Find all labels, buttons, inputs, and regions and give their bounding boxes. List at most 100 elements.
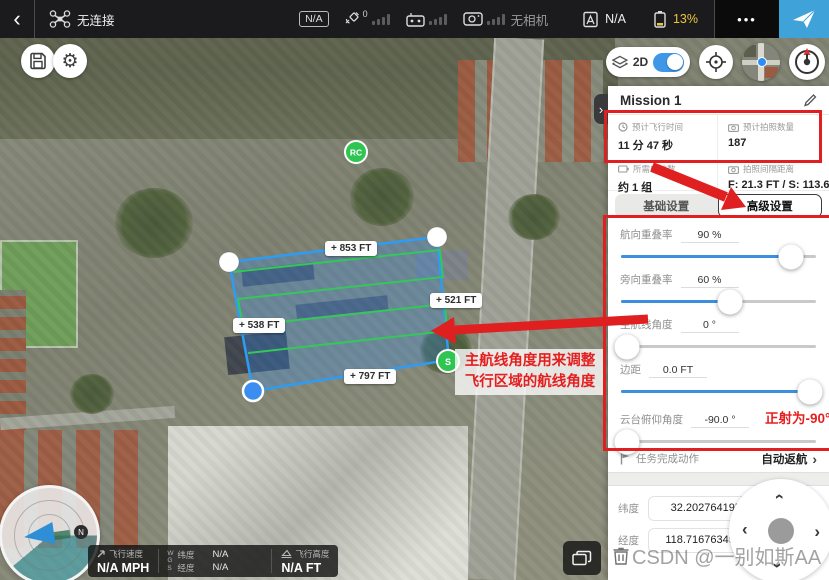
aircraft-status[interactable]: 无连接 xyxy=(49,9,115,29)
map-feature xyxy=(0,240,78,348)
altitude-icon xyxy=(281,549,292,558)
slider-label: 主航线角度 xyxy=(620,317,673,332)
camera-icon xyxy=(463,11,483,27)
save-mission-button[interactable] xyxy=(21,44,55,78)
camera-icon xyxy=(728,123,739,132)
slider-handle[interactable] xyxy=(614,429,639,454)
stat-flight-time: 预计飞行时间 11 分 47 秒 xyxy=(608,115,717,157)
tab-advanced-settings[interactable]: 高级设置 xyxy=(718,194,823,218)
minimap-thumbnail[interactable] xyxy=(742,43,780,81)
satellite-count: 0 xyxy=(363,9,368,19)
front-overlap-slider[interactable] xyxy=(621,255,816,258)
airplane-icon xyxy=(792,8,816,30)
position-readout: WGS 纬度N/A 经度N/A xyxy=(159,545,271,577)
map-layers-button[interactable] xyxy=(563,541,601,575)
dpad-center-button[interactable] xyxy=(768,518,794,544)
panel-collapse-handle[interactable]: › xyxy=(594,94,608,124)
compass-reset-button[interactable] xyxy=(789,44,825,80)
nudge-up-button[interactable]: › xyxy=(769,494,786,500)
map-feature xyxy=(458,60,603,162)
slider-handle[interactable] xyxy=(718,289,743,314)
flag-icon xyxy=(620,453,631,465)
map-feature xyxy=(0,406,175,430)
speed-icon xyxy=(97,549,106,558)
slider-handle[interactable] xyxy=(798,379,823,404)
layers-icon xyxy=(572,550,592,567)
edge-distance-label: + 797 FT xyxy=(344,369,396,384)
locate-button[interactable] xyxy=(699,45,733,79)
battery-icon xyxy=(652,10,668,28)
slider-fill xyxy=(621,300,730,303)
slider-fill xyxy=(621,390,810,393)
nudge-left-button[interactable]: › xyxy=(742,523,748,540)
course-angle-input[interactable]: 0 ° xyxy=(681,319,739,333)
margin-input[interactable]: 0.0 FT xyxy=(649,364,707,378)
map-feature xyxy=(350,168,414,226)
crs-label: WGS xyxy=(167,550,174,572)
course-angle-slider[interactable] xyxy=(621,345,816,348)
minimap-block xyxy=(765,67,778,78)
front-overlap-input[interactable]: 90 % xyxy=(681,229,739,243)
compass-icon xyxy=(789,44,825,80)
altitude-readout: 飞行高度 N/A FT xyxy=(272,545,338,577)
camera-status-label: 无相机 xyxy=(511,10,549,29)
slider-gimbal-pitch: 云台俯仰角度-90.0 °正射为-90° xyxy=(608,400,829,445)
longitude-label: 经度 xyxy=(618,533,642,548)
side-overlap-input[interactable]: 60 % xyxy=(681,274,739,288)
mission-panel: › Mission 1 预计飞行时间 11 分 47 秒 预计拍照数量 187 … xyxy=(608,86,829,580)
map-feature xyxy=(466,37,544,580)
north-indicator: N xyxy=(74,525,88,539)
margin-slider[interactable] xyxy=(621,390,816,393)
map-feature xyxy=(0,290,26,435)
slider-label: 航向重叠率 xyxy=(620,227,673,242)
back-button[interactable]: ‹ xyxy=(0,0,34,38)
camera-signal-bars xyxy=(487,14,505,25)
minimap-location-dot xyxy=(757,57,767,67)
coordinates-section: 纬度 32.202764195 经度 118.716763493 › › › › xyxy=(608,486,829,553)
nudge-right-button[interactable]: › xyxy=(814,523,820,540)
toggle-knob xyxy=(667,54,683,70)
map-feature xyxy=(0,38,615,64)
takeoff-button[interactable] xyxy=(779,0,829,38)
checklist-status[interactable]: N/A xyxy=(582,11,626,28)
crosshair-icon xyxy=(705,51,727,73)
slider-handle[interactable] xyxy=(778,244,803,269)
checklist-value: N/A xyxy=(605,12,626,26)
map-feature xyxy=(0,64,618,139)
camera-icon xyxy=(728,165,739,174)
chevron-right-icon: › xyxy=(599,102,603,117)
nudge-down-button[interactable]: › xyxy=(769,563,786,569)
slider-margin: 边距 0.0 FT xyxy=(608,355,829,400)
satellite-icon xyxy=(343,11,361,27)
edge-distance-label: + 538 FT xyxy=(233,318,285,333)
connection-status-label: 无连接 xyxy=(77,10,115,29)
slider-label: 边距 xyxy=(620,362,641,377)
gimbal-pitch-input[interactable]: -90.0 ° xyxy=(691,414,749,428)
gear-icon: ⚙ xyxy=(61,52,78,71)
slider-handle[interactable] xyxy=(614,334,639,359)
finish-action-row[interactable]: 任务完成动作 自动返航 › xyxy=(608,445,829,472)
nudge-dpad: › › › › xyxy=(729,479,829,580)
map-mode-toggle: 2D xyxy=(606,47,690,77)
drone-icon xyxy=(49,9,71,29)
gps-status[interactable]: 0 xyxy=(343,11,390,27)
side-overlap-slider[interactable] xyxy=(621,300,816,303)
stat-battery-count: 所需电池数 约 1 组 xyxy=(608,157,717,190)
slider-course-angle: 主航线角度 0 ° xyxy=(608,310,829,355)
gimbal-pitch-slider[interactable] xyxy=(621,440,816,443)
rc-status[interactable] xyxy=(406,12,447,27)
camera-status[interactable]: 无相机 xyxy=(463,10,549,29)
flight-checklist-icon xyxy=(582,11,599,28)
mission-settings-button[interactable]: ⚙ xyxy=(53,44,87,78)
battery-status[interactable]: 13% xyxy=(652,10,698,28)
rc-home-marker[interactable]: RC xyxy=(345,141,367,163)
slider-label: 旁向重叠率 xyxy=(620,272,673,287)
map-feature xyxy=(70,374,114,414)
stat-photo-interval: 拍照间隔距离 F: 21.3 FT / S: 113.6 FT xyxy=(717,157,829,190)
selected-vertex-handle[interactable] xyxy=(243,381,263,401)
more-menu-button[interactable]: ••• xyxy=(715,0,779,38)
slider-label: 云台俯仰角度 xyxy=(620,412,683,427)
map-2d-toggle[interactable] xyxy=(653,53,684,72)
tab-basic-settings[interactable]: 基础设置 xyxy=(615,194,718,218)
edit-mission-icon[interactable] xyxy=(803,93,817,107)
